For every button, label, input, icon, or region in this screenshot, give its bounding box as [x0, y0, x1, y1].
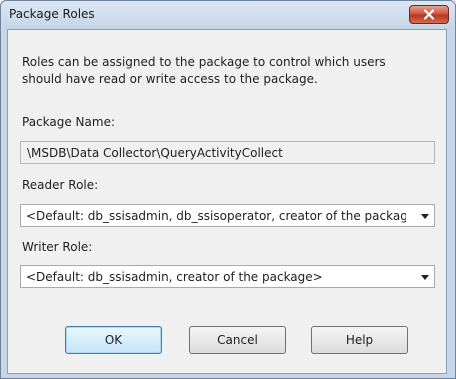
title-bar[interactable]: Package Roles [1, 1, 455, 29]
chevron-down-icon[interactable] [421, 275, 429, 280]
writer-role-label: Writer Role: [22, 240, 93, 254]
close-icon [423, 9, 435, 20]
chevron-down-icon[interactable] [421, 214, 429, 219]
package-name-label: Package Name: [22, 115, 115, 129]
package-roles-dialog: Package Roles Roles can be assigned to t… [0, 0, 456, 379]
package-name-field[interactable]: \MSDB\Data Collector\QueryActivityCollec… [20, 141, 435, 164]
cancel-button[interactable]: Cancel [189, 326, 286, 354]
reader-role-select[interactable]: <Default: db_ssisadmin, db_ssisoperator,… [20, 204, 435, 227]
reader-role-value: <Default: db_ssisadmin, db_ssisoperator,… [26, 209, 406, 223]
close-button[interactable] [409, 5, 449, 24]
dialog-content: Roles can be assigned to the package to … [7, 29, 447, 374]
writer-role-select[interactable]: <Default: db_ssisadmin, creator of the p… [20, 265, 435, 288]
reader-role-label: Reader Role: [22, 178, 99, 192]
help-button[interactable]: Help [311, 326, 408, 354]
ok-button[interactable]: OK [65, 326, 162, 354]
description-line-1: Roles can be assigned to the package to … [22, 55, 386, 69]
writer-role-value: <Default: db_ssisadmin, creator of the p… [26, 270, 323, 284]
description-line-2: should have read or write access to the … [22, 72, 318, 86]
dialog-title: Package Roles [9, 7, 95, 21]
description-text: Roles can be assigned to the package to … [22, 54, 432, 88]
